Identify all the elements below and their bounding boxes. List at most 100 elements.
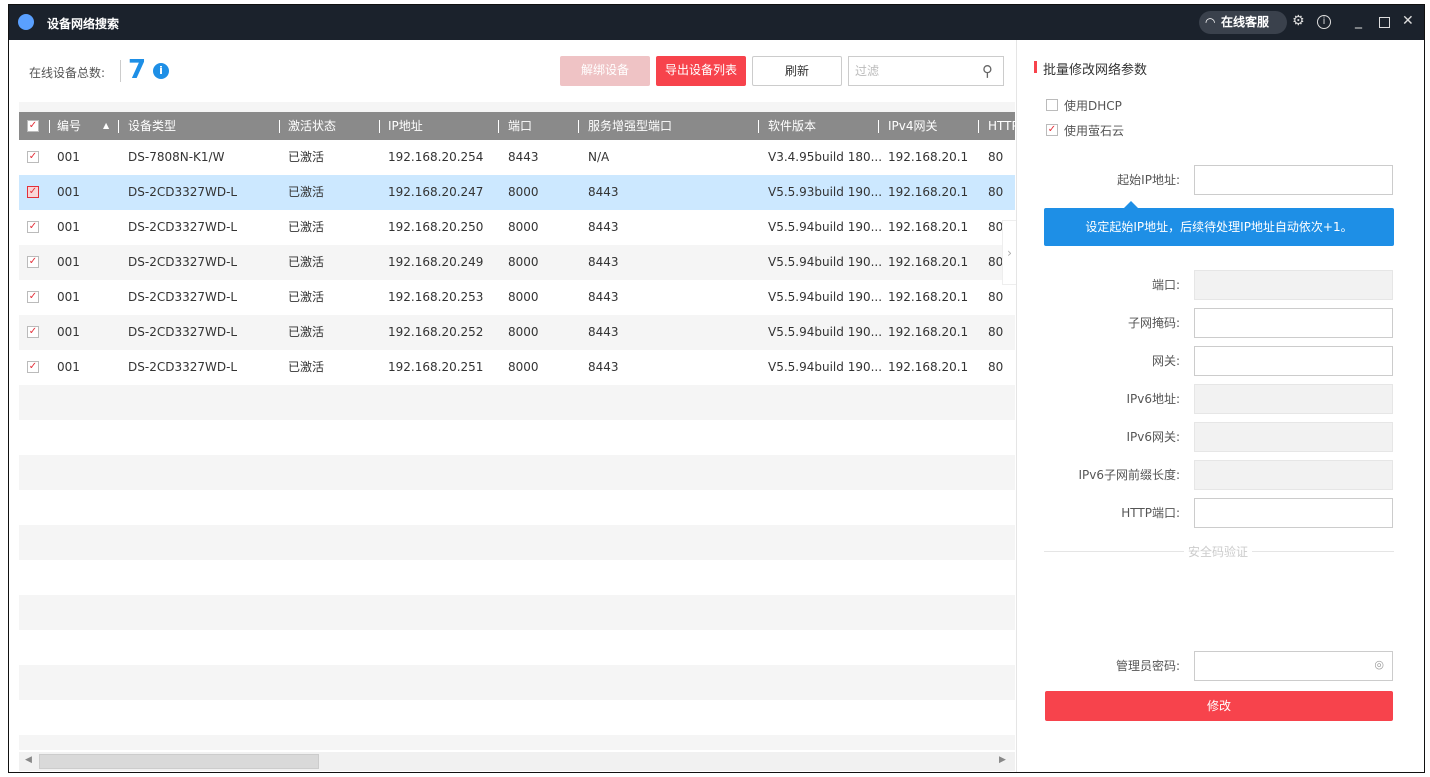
table-cell: 8000 (508, 360, 539, 374)
minimize-icon[interactable]: _ (1355, 13, 1362, 29)
field-input[interactable] (1194, 308, 1393, 338)
scroll-right-icon[interactable]: ▶ (999, 755, 1006, 765)
table-cell: DS-7808N-K1/W (128, 150, 225, 164)
table-cell: 已激活 (288, 325, 325, 339)
table-row[interactable]: ✓ 001 DS-2CD3327WD-L 已激活 192.168.20.252 8000 8… (19, 315, 1015, 350)
table-top-band (19, 102, 1015, 112)
table-cell: 8443 (508, 150, 539, 164)
empty-row (19, 700, 1015, 735)
info-icon[interactable]: i (153, 63, 169, 79)
column-header[interactable]: 编号 (57, 112, 81, 140)
start-ip-input[interactable] (1194, 165, 1393, 195)
column-header[interactable]: 服务增强型端口 (588, 112, 672, 140)
field-input[interactable] (1194, 346, 1393, 376)
table-cell: 001 (57, 325, 80, 339)
table-cell: DS-2CD3327WD-L (128, 255, 238, 269)
scroll-thumb[interactable] (39, 754, 319, 769)
row-checkbox[interactable]: ✓ (27, 186, 39, 198)
row-checkbox[interactable]: ✓ (27, 256, 39, 268)
column-header[interactable]: 软件版本 (768, 112, 816, 140)
table-header: ✓ 编号 设备类型 激活状态 IP地址 端口 服务增强型端口 软件版本 IPv4网关 HTTP ▲ (19, 112, 1015, 140)
table-cell: 80 (988, 360, 1004, 374)
start-ip-tooltip: 设定起始IP地址，后续待处理IP地址自动依次+1。 (1044, 208, 1394, 246)
column-header[interactable]: IPv4网关 (888, 112, 938, 140)
filter-input[interactable]: 过滤 ⚲ (848, 56, 1004, 86)
empty-row (19, 630, 1015, 665)
select-all-checkbox[interactable]: ✓ (27, 120, 39, 132)
headset-icon: ◠ (1205, 15, 1216, 29)
column-separator[interactable] (978, 120, 979, 133)
field-label: 端口: (1151, 278, 1180, 292)
table-cell: 001 (57, 360, 80, 374)
unbind-device-button[interactable]: 解绑设备 (560, 56, 650, 86)
scroll-left-icon[interactable]: ◀ (25, 755, 32, 765)
use-ezviz-label: 使用萤石云 (1064, 124, 1125, 138)
row-checkbox[interactable]: ✓ (27, 151, 39, 163)
gear-icon[interactable]: ⚙ (1292, 13, 1305, 29)
table-cell: V5.5.94build 190... (768, 220, 883, 234)
sort-ascending-icon[interactable]: ▲ (103, 112, 109, 140)
title-bar: 设备网络搜索 ◠ 在线客服 ⚙ i _ ✕ (9, 5, 1424, 40)
table-row[interactable]: ✓ 001 DS-2CD3327WD-L 已激活 192.168.20.250 8000 8… (19, 210, 1015, 245)
column-separator[interactable] (49, 120, 50, 133)
device-table: ✓ 编号 设备类型 激活状态 IP地址 端口 服务增强型端口 软件版本 IPv4网关 HTTP ▲… (19, 102, 1015, 750)
table-cell: N/A (588, 150, 610, 164)
online-count: 7 (128, 55, 147, 85)
table-cell: 001 (57, 220, 80, 234)
row-checkbox[interactable]: ✓ (27, 361, 39, 373)
column-header[interactable]: HTTP (988, 112, 1015, 140)
column-separator[interactable] (279, 120, 280, 133)
search-icon[interactable]: ⚲ (982, 57, 993, 85)
eye-hidden-icon[interactable]: ◎ (1374, 658, 1384, 671)
maximize-icon[interactable] (1379, 17, 1390, 28)
refresh-button[interactable]: 刷新 (752, 56, 842, 86)
use-ezviz-checkbox[interactable]: ✓ (1046, 124, 1058, 136)
table-row[interactable]: ✓ 001 DS-7808N-K1/W 已激活 192.168.20.254 8443 N/… (19, 140, 1015, 175)
field-input (1194, 384, 1393, 414)
column-separator[interactable] (379, 120, 380, 133)
start-ip-label: 起始IP地址: (1117, 173, 1180, 187)
table-cell: 001 (57, 290, 80, 304)
field-label: IPv6地址: (1126, 392, 1180, 406)
column-header[interactable]: IP地址 (388, 112, 423, 140)
info-icon[interactable]: i (1317, 15, 1331, 29)
filter-placeholder: 过滤 (855, 64, 880, 78)
table-cell: 192.168.20.1 (888, 325, 969, 339)
column-header[interactable]: 设备类型 (128, 112, 176, 140)
horizontal-scrollbar[interactable]: ◀ ▶ (19, 752, 1015, 771)
collapse-panel-handle[interactable]: › (1002, 220, 1016, 285)
column-header[interactable]: 激活状态 (288, 112, 336, 140)
export-list-button[interactable]: 导出设备列表 (656, 56, 746, 86)
table-cell: 80 (988, 325, 1004, 339)
field-input[interactable] (1194, 498, 1393, 528)
table-cell: DS-2CD3327WD-L (128, 325, 238, 339)
table-row[interactable]: ✓ 001 DS-2CD3327WD-L 已激活 192.168.20.253 8000 8… (19, 280, 1015, 315)
column-separator[interactable] (578, 120, 579, 133)
table-cell: DS-2CD3327WD-L (128, 290, 238, 304)
table-cell: 001 (57, 255, 80, 269)
table-row[interactable]: ✓ 001 DS-2CD3327WD-L 已激活 192.168.20.251 8000 8… (19, 350, 1015, 385)
admin-password-input[interactable]: ◎ (1194, 651, 1393, 681)
tooltip-arrow (1124, 201, 1138, 208)
table-cell: 已激活 (288, 290, 325, 304)
window-title: 设备网络搜索 (47, 17, 120, 31)
column-separator[interactable] (118, 120, 119, 133)
close-icon[interactable]: ✕ (1402, 13, 1414, 29)
table-row[interactable]: ✓ 001 DS-2CD3327WD-L 已激活 192.168.20.249 8000 8… (19, 245, 1015, 280)
table-row[interactable]: ✓ 001 DS-2CD3327WD-L 已激活 192.168.20.247 8000 8… (19, 175, 1015, 210)
modify-button[interactable]: 修改 (1045, 691, 1393, 721)
use-dhcp-checkbox[interactable] (1046, 99, 1058, 111)
row-checkbox[interactable]: ✓ (27, 326, 39, 338)
table-cell: 001 (57, 150, 80, 164)
table-cell: 8443 (588, 325, 619, 339)
online-support-button[interactable]: ◠ 在线客服 (1199, 11, 1287, 34)
column-separator[interactable] (498, 120, 499, 133)
row-checkbox[interactable]: ✓ (27, 291, 39, 303)
divider (120, 60, 121, 82)
column-header[interactable]: 端口 (508, 112, 532, 140)
column-separator[interactable] (878, 120, 879, 133)
row-checkbox[interactable]: ✓ (27, 221, 39, 233)
table-cell: V5.5.94build 190... (768, 290, 883, 304)
column-separator[interactable] (758, 120, 759, 133)
table-cell: 8000 (508, 290, 539, 304)
